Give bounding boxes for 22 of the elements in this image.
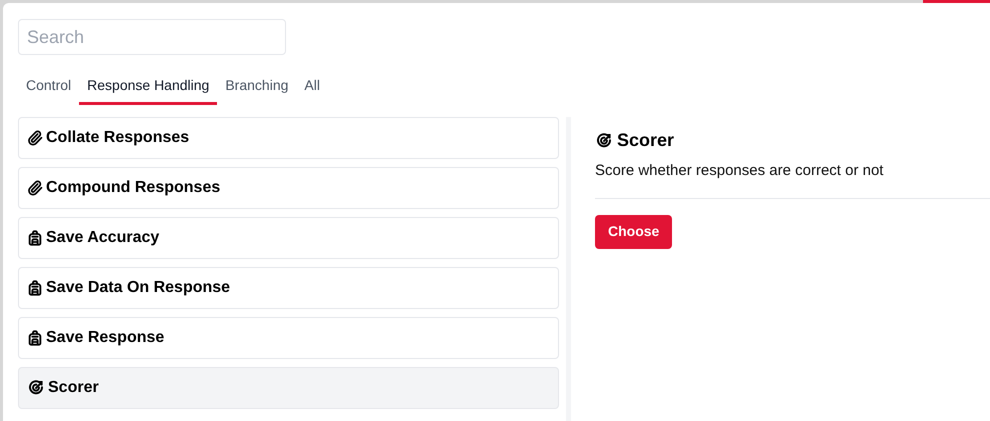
list-item[interactable]: Collate Responses <box>18 117 559 159</box>
list-item[interactable]: Save Response <box>18 317 559 359</box>
backpack-icon <box>27 230 43 246</box>
choose-button[interactable]: Choose <box>595 214 672 248</box>
list-item[interactable]: Compound Responses <box>18 167 559 209</box>
paperclip-icon <box>27 130 43 146</box>
list-item[interactable]: Scorer <box>18 367 559 409</box>
detail-title: Scorer <box>617 129 674 152</box>
tab[interactable]: Branching <box>217 75 296 105</box>
backpack-icon <box>27 330 43 346</box>
backpack-icon <box>27 280 43 296</box>
search-field[interactable]: Search <box>18 19 286 55</box>
list-item[interactable]: Save Accuracy <box>18 217 559 259</box>
target-arrow-icon <box>595 132 613 150</box>
target-arrow-icon <box>27 379 45 397</box>
paperclip-icon <box>27 180 43 196</box>
list-item[interactable]: Save Data On Response <box>18 267 559 309</box>
tab[interactable]: Response Handling <box>79 75 218 105</box>
top-accent-bar <box>923 0 990 3</box>
tab[interactable]: Control <box>18 75 80 105</box>
tab[interactable]: All <box>296 75 328 105</box>
detail-description: Score whether responses are correct or not <box>595 161 884 181</box>
